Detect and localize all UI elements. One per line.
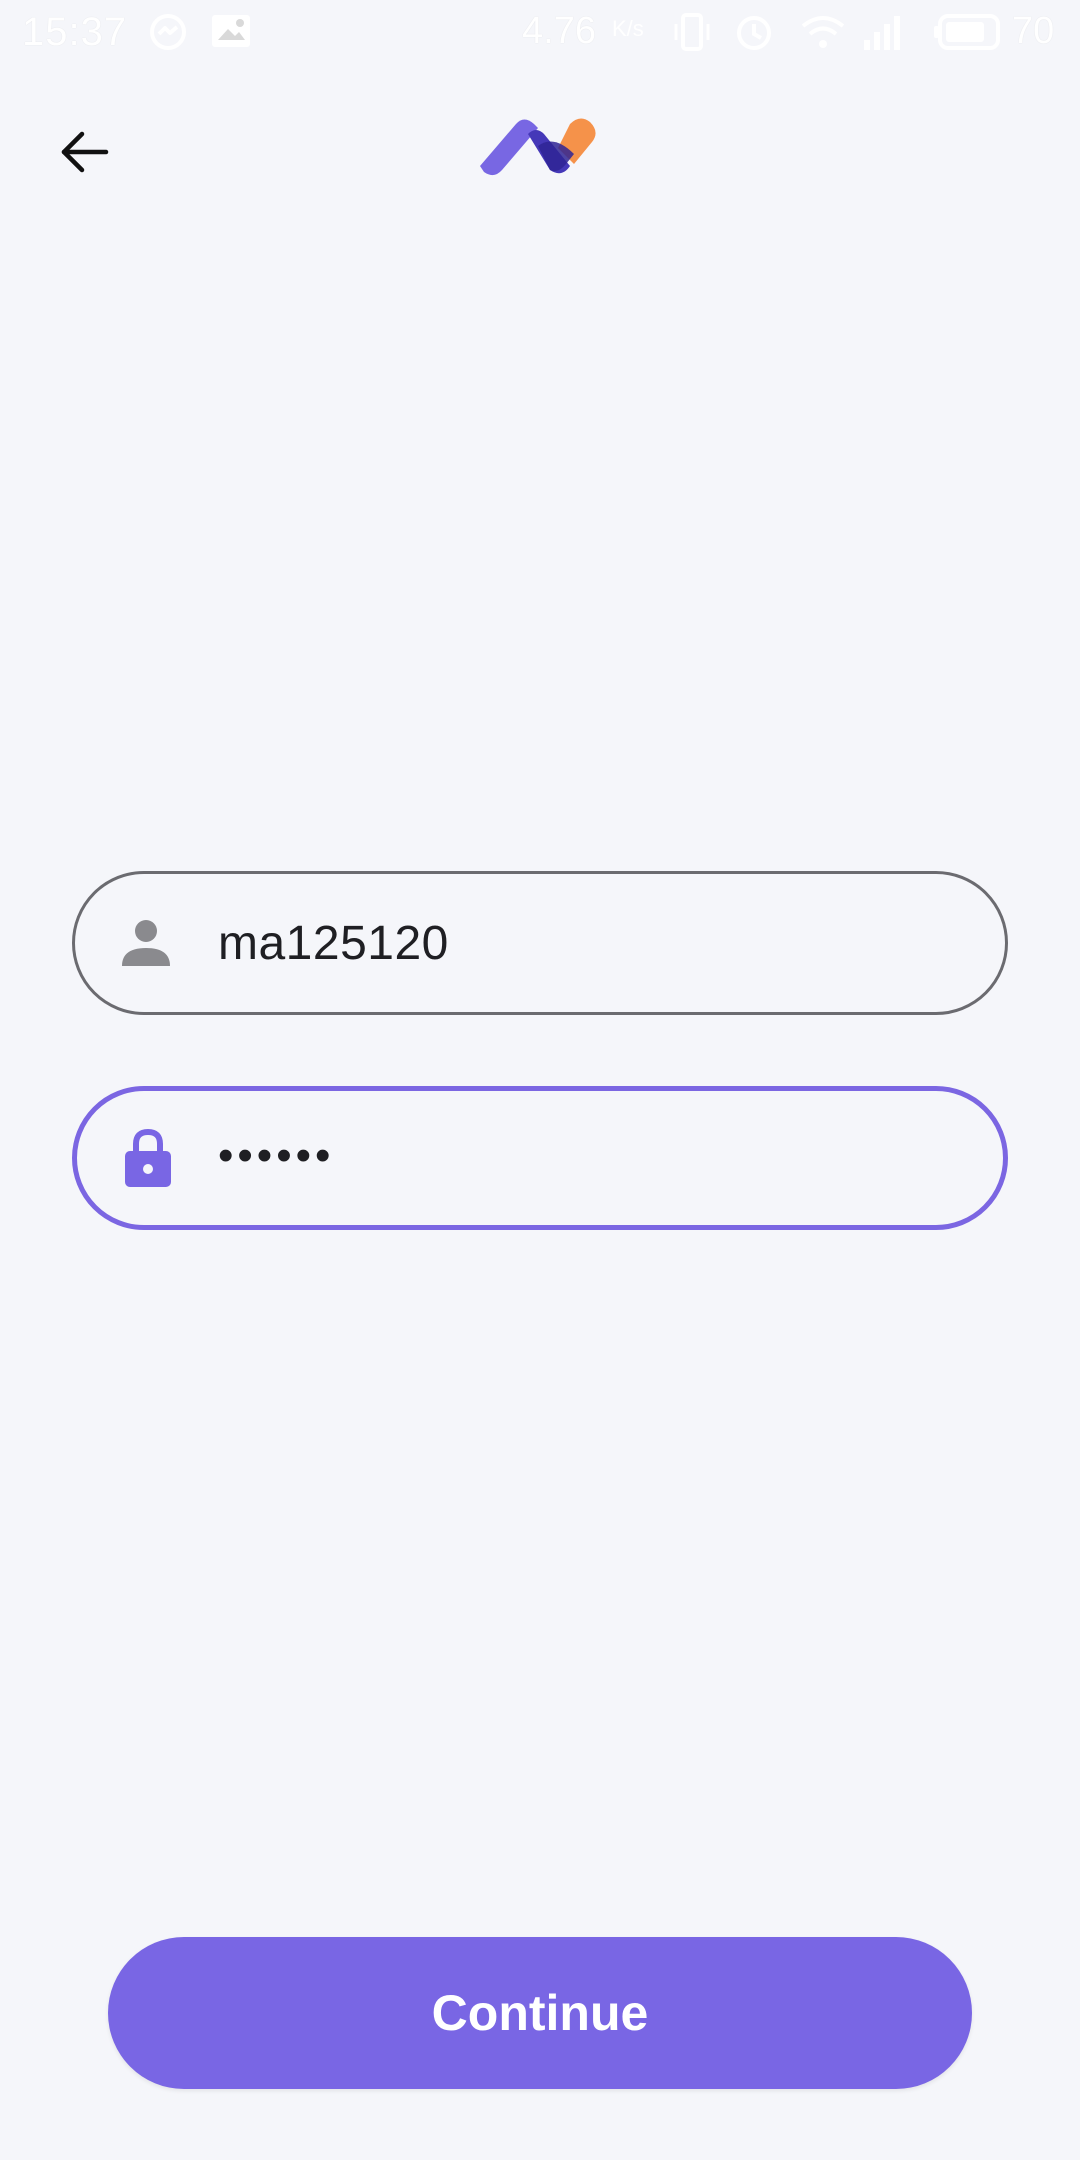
battery-icon xyxy=(934,12,1004,57)
person-icon xyxy=(119,913,173,973)
network-speed: 4.76 xyxy=(522,10,596,52)
messenger-icon xyxy=(148,12,188,57)
app-logo-icon xyxy=(462,104,618,196)
battery-level: 70 xyxy=(1012,10,1055,52)
wifi-icon xyxy=(800,12,846,57)
username-field[interactable]: ma125120 xyxy=(72,871,1008,1015)
status-bar: 15:37 4.76 K/s 70 xyxy=(0,0,1080,66)
vibrate-icon xyxy=(672,12,712,57)
signal-icon xyxy=(862,12,910,57)
password-field[interactable]: •••••• xyxy=(72,1086,1008,1230)
continue-button[interactable]: Continue xyxy=(108,1937,972,2089)
network-speed-unit: K/s xyxy=(612,16,644,41)
alarm-icon xyxy=(734,12,774,57)
password-value: •••••• xyxy=(218,1131,335,1180)
lock-icon xyxy=(121,1128,175,1188)
arrow-left-icon xyxy=(61,131,109,173)
image-icon xyxy=(210,12,252,55)
username-value: ma125120 xyxy=(218,916,449,970)
login-screen: 15:37 4.76 K/s 70 ma125120 •••••• Contin… xyxy=(0,0,1080,2160)
status-time: 15:37 xyxy=(22,10,128,54)
back-button[interactable] xyxy=(48,116,120,188)
